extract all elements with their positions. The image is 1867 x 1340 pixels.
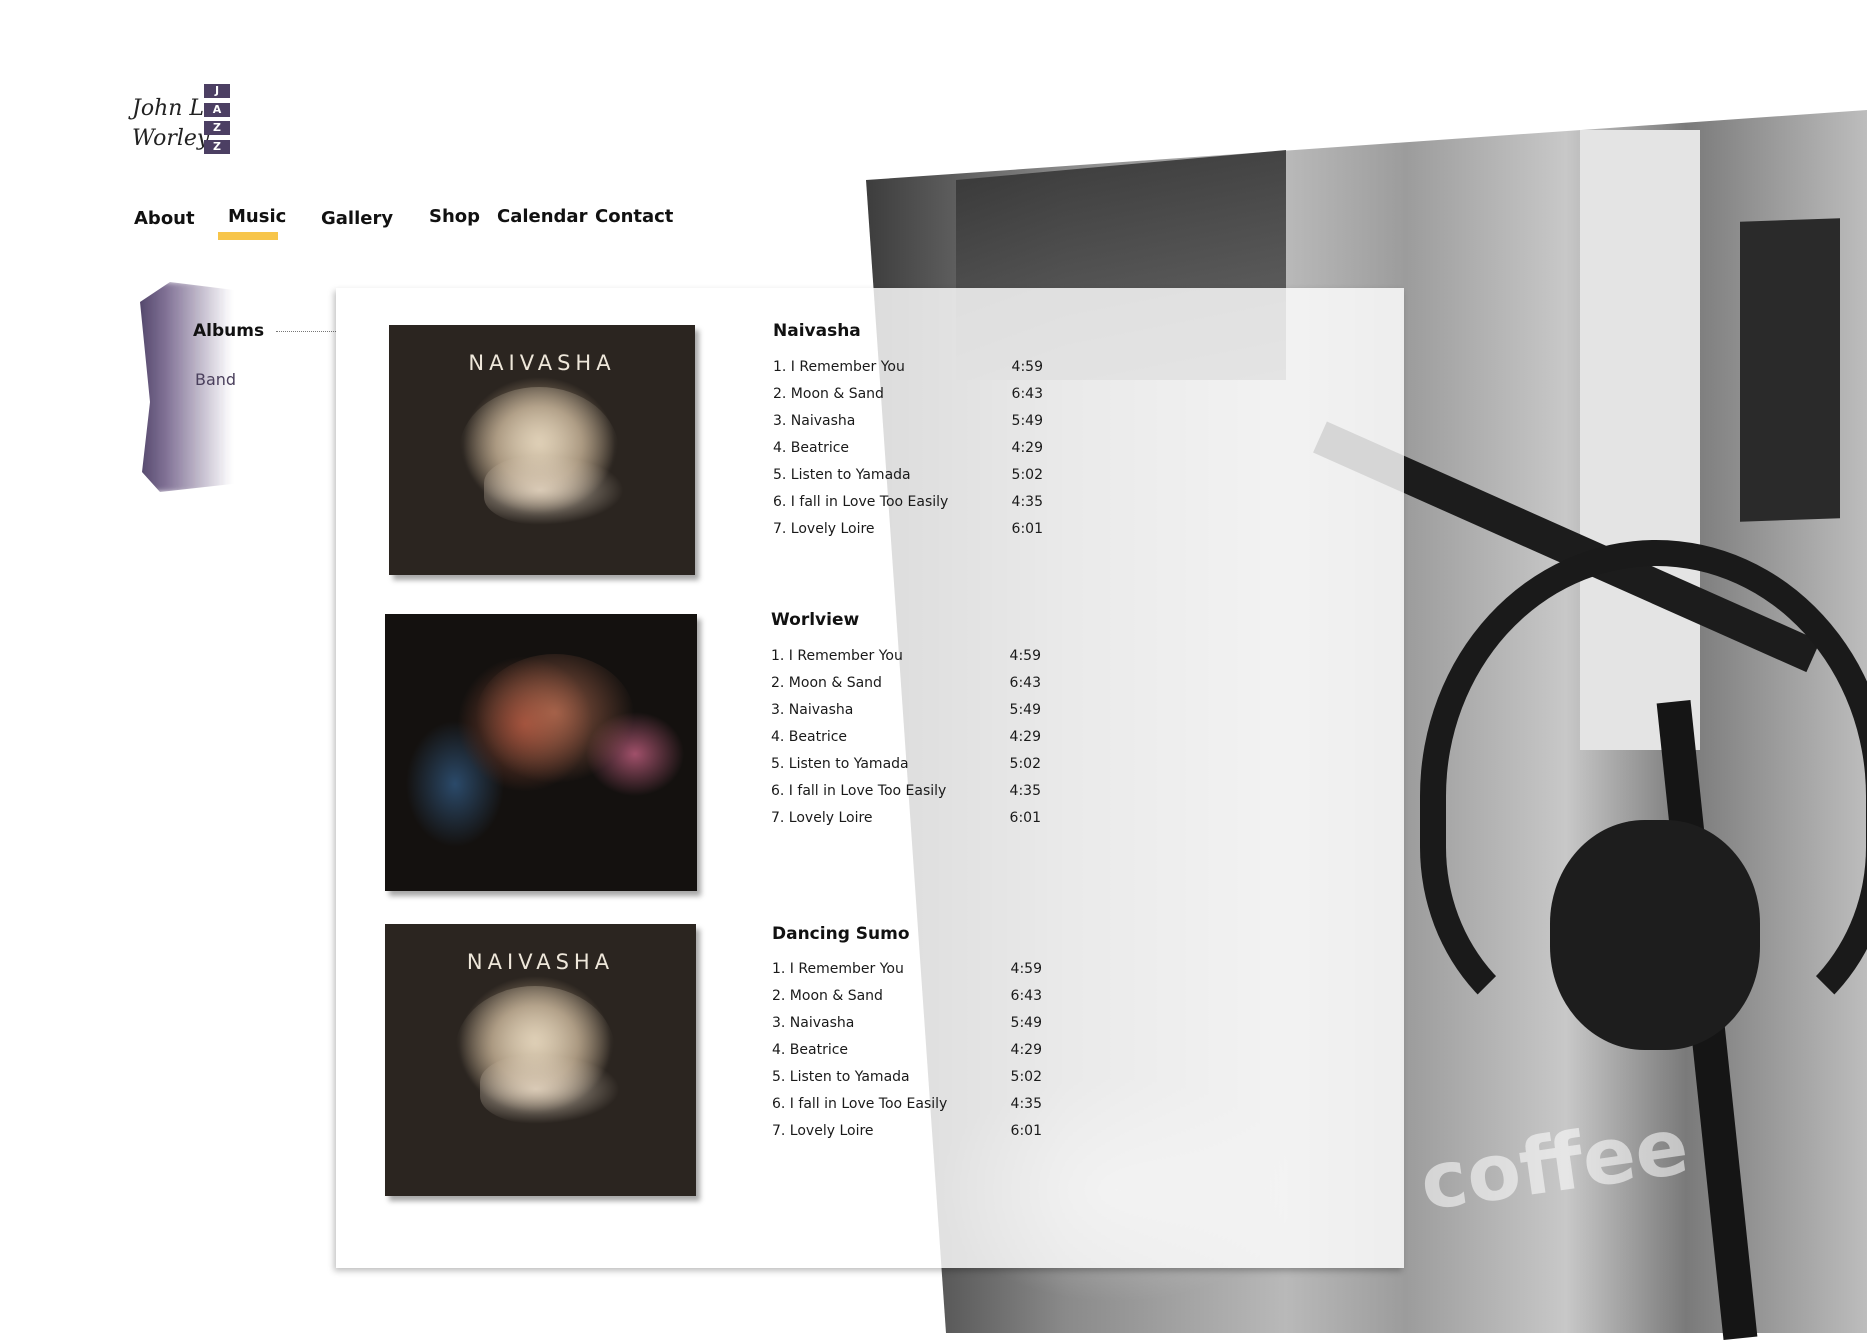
album-cover[interactable] (385, 614, 697, 891)
track-row[interactable]: 6. I fall in Love Too Easily 4:35 (772, 1091, 1042, 1118)
track-row[interactable]: 3. Naivasha 5:49 (773, 408, 1043, 435)
nav-active-indicator (218, 232, 278, 240)
album-cover[interactable]: NAIVASHA (389, 325, 695, 575)
track-name: 2. Moon & Sand (771, 675, 882, 691)
nav-calendar[interactable]: Calendar (497, 206, 587, 227)
track-duration: 4:35 (1011, 494, 1043, 510)
logo-jazz-letter: A (204, 102, 230, 117)
track-duration: 5:02 (1009, 756, 1041, 772)
track-name: 4. Beatrice (772, 1042, 849, 1058)
track-row[interactable]: 4. Beatrice 4:29 (773, 435, 1043, 462)
cover-title: NAIVASHA (466, 950, 615, 974)
track-duration: 4:59 (1009, 648, 1041, 664)
track-duration: 4:29 (1009, 729, 1041, 745)
albums-panel: NAIVASHA Naivasha 1. I Remember You 4:59 … (336, 288, 1404, 1268)
logo-line-1: John L. (132, 96, 211, 121)
track-duration: 5:49 (1010, 1015, 1042, 1031)
track-duration: 5:49 (1011, 413, 1043, 429)
track-list: 1. I Remember You 4:59 2. Moon & Sand 6:43… (772, 956, 1042, 1145)
headphones-cup (1550, 820, 1760, 1050)
track-duration: 6:01 (1009, 810, 1041, 826)
track-row[interactable]: 7. Lovely Loire 6:01 (772, 1118, 1042, 1145)
track-name: 5. Listen to Yamada (773, 467, 911, 483)
album-title: Dancing Sumo (772, 924, 910, 944)
cover-hand (480, 1054, 620, 1124)
track-name: 7. Lovely Loire (773, 521, 875, 537)
cover-title: NAIVASHA (468, 351, 616, 375)
track-name: 4. Beatrice (771, 729, 848, 745)
track-row[interactable]: 5. Listen to Yamada 5:02 (772, 1064, 1042, 1091)
track-duration: 4:29 (1011, 440, 1043, 456)
track-duration: 5:02 (1011, 467, 1043, 483)
track-name: 6. I fall in Love Too Easily (773, 494, 949, 510)
track-duration: 5:49 (1009, 702, 1041, 718)
track-list: 1. I Remember You 4:59 2. Moon & Sand 6:43… (773, 354, 1043, 543)
track-duration: 5:02 (1010, 1069, 1042, 1085)
track-name: 3. Naivasha (773, 413, 856, 429)
track-duration: 6:43 (1010, 988, 1042, 1004)
site-logo[interactable]: John L. Worley J A Z Z (132, 84, 242, 168)
track-name: 1. I Remember You (773, 359, 905, 375)
album-title: Worlview (771, 610, 860, 630)
track-name: 7. Lovely Loire (771, 810, 873, 826)
nav-music[interactable]: Music (228, 206, 286, 227)
track-duration: 4:35 (1010, 1096, 1042, 1112)
album-title: Naivasha (773, 321, 861, 341)
track-duration: 6:43 (1009, 675, 1041, 691)
track-row[interactable]: 4. Beatrice 4:29 (772, 1037, 1042, 1064)
subnav-connector (276, 331, 336, 332)
track-name: 1. I Remember You (771, 648, 903, 664)
cover-hand (484, 455, 624, 525)
track-row[interactable]: 1. I Remember You 4:59 (771, 643, 1041, 670)
track-row[interactable]: 1. I Remember You 4:59 (772, 956, 1042, 983)
track-name: 6. I fall in Love Too Easily (771, 783, 947, 799)
logo-jazz-letter: Z (204, 139, 230, 154)
logo-jazz-letter: J (204, 84, 230, 98)
track-name: 5. Listen to Yamada (772, 1069, 910, 1085)
track-duration: 4:35 (1009, 783, 1041, 799)
track-row[interactable]: 1. I Remember You 4:59 (773, 354, 1043, 381)
album-cover[interactable]: NAIVASHA (385, 924, 696, 1196)
track-name: 2. Moon & Sand (773, 386, 884, 402)
track-duration: 6:01 (1010, 1123, 1042, 1139)
track-row[interactable]: 6. I fall in Love Too Easily 4:35 (771, 778, 1041, 805)
nav-about[interactable]: About (134, 208, 195, 229)
track-duration: 4:29 (1010, 1042, 1042, 1058)
track-name: 5. Listen to Yamada (771, 756, 909, 772)
track-duration: 4:59 (1010, 961, 1042, 977)
track-row[interactable]: 3. Naivasha 5:49 (771, 697, 1041, 724)
nav-contact[interactable]: Contact (595, 206, 673, 227)
track-name: 4. Beatrice (773, 440, 850, 456)
nav-gallery[interactable]: Gallery (321, 208, 393, 229)
track-duration: 6:43 (1011, 386, 1043, 402)
track-row[interactable]: 2. Moon & Sand 6:43 (773, 381, 1043, 408)
logo-jazz-letter: Z (204, 121, 230, 136)
track-row[interactable]: 5. Listen to Yamada 5:02 (771, 751, 1041, 778)
track-duration: 6:01 (1011, 521, 1043, 537)
subnav-albums[interactable]: Albums (193, 321, 264, 341)
track-name: 2. Moon & Sand (772, 988, 883, 1004)
track-row[interactable]: 5. Listen to Yamada 5:02 (773, 462, 1043, 489)
track-row[interactable]: 6. I fall in Love Too Easily 4:35 (773, 489, 1043, 516)
cover-face (475, 654, 635, 784)
track-row[interactable]: 4. Beatrice 4:29 (771, 724, 1041, 751)
nav-shop[interactable]: Shop (429, 206, 480, 227)
track-name: 1. I Remember You (772, 961, 904, 977)
track-name: 6. I fall in Love Too Easily (772, 1096, 948, 1112)
track-row[interactable]: 7. Lovely Loire 6:01 (773, 516, 1043, 543)
track-row[interactable]: 2. Moon & Sand 6:43 (772, 983, 1042, 1010)
subnav-band[interactable]: Band (195, 370, 236, 389)
track-row[interactable]: 7. Lovely Loire 6:01 (771, 805, 1041, 832)
track-name: 3. Naivasha (771, 702, 854, 718)
track-row[interactable]: 3. Naivasha 5:49 (772, 1010, 1042, 1037)
track-row[interactable]: 2. Moon & Sand 6:43 (771, 670, 1041, 697)
track-name: 7. Lovely Loire (772, 1123, 874, 1139)
logo-line-2: Worley (132, 126, 210, 151)
track-list: 1. I Remember You 4:59 2. Moon & Sand 6:43… (771, 643, 1041, 832)
track-duration: 4:59 (1011, 359, 1043, 375)
background-poster (1740, 218, 1840, 522)
track-name: 3. Naivasha (772, 1015, 855, 1031)
logo-jazz-mark: J A Z Z (204, 84, 230, 154)
